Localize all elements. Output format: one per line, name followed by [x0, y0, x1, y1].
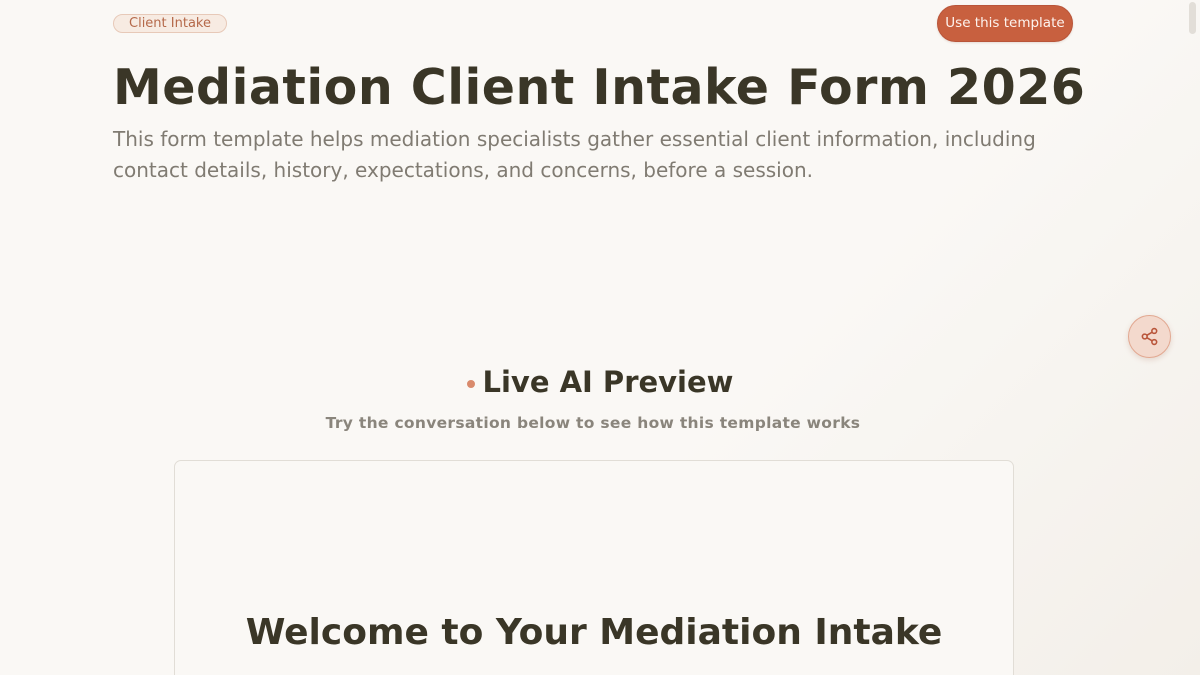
preview-caption: Try the conversation below to see how th… [325, 414, 861, 432]
category-tag: Client Intake [113, 14, 227, 33]
share-icon [1141, 327, 1158, 346]
page: Client Intake Use this template Mediatio… [0, 0, 1200, 675]
share-button[interactable] [1128, 315, 1171, 358]
page-title: Mediation Client Intake Form 2026 [113, 59, 1086, 116]
use-template-button[interactable]: Use this template [937, 5, 1073, 42]
preview-heading: Live AI Preview [0, 362, 1200, 402]
live-indicator-dot [466, 379, 475, 388]
scrollbar-thumb[interactable] [1189, 2, 1196, 34]
page-scrollbar[interactable] [1185, 0, 1200, 675]
preview-card-heading: Welcome to Your Mediation Intake [245, 612, 943, 653]
page-subtitle: This form template helps mediation speci… [113, 127, 1036, 182]
preview-card[interactable]: Welcome to Your Mediation Intake [174, 460, 1014, 675]
preview-title: Live AI Preview [482, 365, 734, 399]
